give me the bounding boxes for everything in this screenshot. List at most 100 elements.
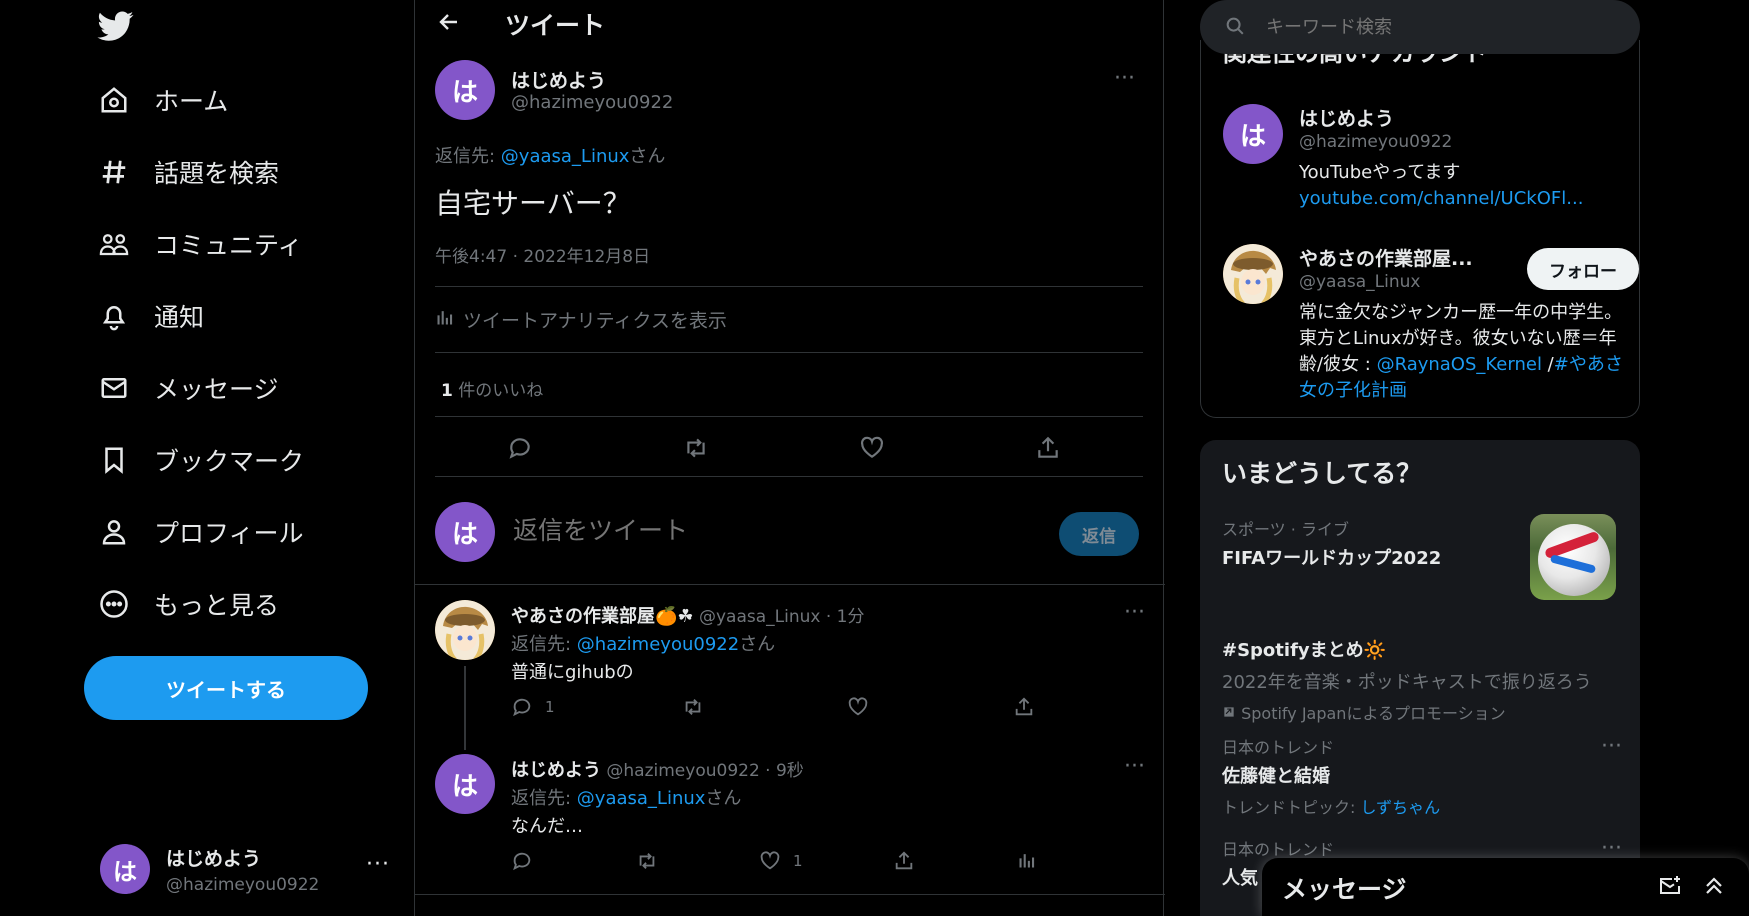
author-name[interactable]: はじめよう xyxy=(511,760,601,781)
reply-meta: @yaasa_Linux · 1分 xyxy=(693,607,865,627)
promo-label: Spotify Japanによるプロモーション xyxy=(1241,704,1506,723)
account-name[interactable]: はじめよう xyxy=(1299,104,1394,131)
like-icon[interactable] xyxy=(847,696,869,718)
nav-item-explore[interactable]: 話題を検索 xyxy=(96,146,279,198)
more-icon[interactable]: ··· xyxy=(1124,600,1145,625)
account-handle: @yaasa_Linux xyxy=(1299,272,1421,292)
nav-label: プロフィール xyxy=(154,519,304,548)
like-icon xyxy=(760,851,780,870)
trend-title: 佐藤健と結婚 xyxy=(1222,766,1330,787)
topic-link[interactable]: しずちゃん xyxy=(1360,798,1440,817)
nav-item-home[interactable]: ホーム xyxy=(96,74,228,126)
nav-label: もっと見る xyxy=(154,591,280,620)
page-header: ツイート xyxy=(415,0,1165,48)
nav-item-more[interactable]: もっと見る xyxy=(96,578,279,630)
avatar: は xyxy=(100,844,150,894)
author-name[interactable]: はじめよう xyxy=(511,66,606,93)
nav-item-communities[interactable]: コミュニティ xyxy=(96,218,303,270)
like-count: 1 xyxy=(793,852,803,870)
retweet-icon[interactable] xyxy=(681,696,705,718)
trend-title: #Spotifyまとめ🔆 xyxy=(1222,640,1387,661)
avatar[interactable]: は xyxy=(435,754,495,814)
reply-actions: 1 xyxy=(511,850,1111,880)
reply-to-suffix: さん xyxy=(629,146,666,167)
new-message-icon[interactable] xyxy=(1658,874,1684,900)
nav-item-profile[interactable]: プロフィール xyxy=(96,506,304,558)
reply-to: 返信先: @yaasa_Linuxさん xyxy=(435,142,665,168)
home-icon xyxy=(96,82,132,118)
share-icon[interactable] xyxy=(893,850,915,872)
bio-text: YouTubeやってます xyxy=(1299,162,1461,183)
reply-action[interactable]: 1 xyxy=(511,696,555,718)
nav-item-bookmarks[interactable]: ブックマーク xyxy=(96,434,304,486)
reply-input[interactable] xyxy=(513,516,1013,545)
reply-button[interactable]: 返信 xyxy=(1059,512,1139,556)
account-name[interactable]: やあさの作業部屋... xyxy=(1299,244,1473,271)
trend-item[interactable]: #Spotifyまとめ🔆 2022年を音楽・ポッドキャストで振り返ろう Spot… xyxy=(1222,632,1622,724)
messages-drawer[interactable]: メッセージ xyxy=(1262,858,1749,916)
reply-to-prefix: 返信先: xyxy=(435,146,501,167)
more-icon[interactable]: ··· xyxy=(1124,754,1145,779)
left-navigation: ホーム 話題を検索 コミュニティ 通知 メッセージ ブックマーク プロフィール … xyxy=(0,0,415,916)
reply-to-handle-link[interactable]: @yaasa_Linux xyxy=(501,146,630,167)
trends-title: いまどうしてる？ xyxy=(1222,459,1422,488)
tweet-timestamp[interactable]: 午後4:47 · 2022年12月8日 xyxy=(435,242,650,267)
search-bar[interactable] xyxy=(1200,0,1640,54)
account-handle: @hazimeyou0922 xyxy=(1299,132,1453,152)
chevron-up-icon[interactable] xyxy=(1702,874,1728,900)
twitter-logo-icon[interactable] xyxy=(96,8,138,50)
retweet-icon[interactable] xyxy=(635,850,659,872)
share-icon[interactable] xyxy=(1033,434,1063,462)
reply-icon[interactable] xyxy=(511,850,533,872)
trend-item[interactable]: 日本のトレンド 佐藤健と結婚 トレンドトピック: しずちゃん ··· xyxy=(1222,734,1622,818)
tweet-button[interactable]: ツイートする xyxy=(84,656,368,720)
avatar[interactable] xyxy=(435,600,495,660)
search-icon xyxy=(1224,15,1248,39)
follow-button[interactable]: フォロー xyxy=(1527,248,1639,290)
bio-mention-link[interactable]: @RaynaOS_Kernel xyxy=(1377,354,1542,375)
avatar: は xyxy=(435,502,495,562)
reply-to-suffix: さん xyxy=(739,634,776,655)
avatar[interactable]: は xyxy=(435,60,495,120)
nav-item-notifications[interactable]: 通知 xyxy=(96,290,204,342)
more-circle-icon xyxy=(96,586,132,622)
nav-item-messages[interactable]: メッセージ xyxy=(96,362,279,414)
nav-label: ブックマーク xyxy=(154,447,305,476)
author-name[interactable]: やあさの作業部屋🍊☘ xyxy=(511,606,694,627)
hash-icon xyxy=(96,154,132,190)
reply-actions: 1 xyxy=(511,696,1111,726)
tweet-actions xyxy=(435,428,1143,468)
reply-to-handle-link[interactable]: @yaasa_Linux xyxy=(577,788,706,809)
search-input[interactable] xyxy=(1266,16,1606,38)
author-handle[interactable]: @hazimeyou0922 xyxy=(511,92,673,113)
like-action[interactable]: 1 xyxy=(759,850,803,872)
account-switcher[interactable]: は はじめよう @hazimeyou0922 ··· xyxy=(100,842,390,896)
likes-label: 件のいいね xyxy=(452,381,544,401)
reply-header: やあさの作業部屋🍊☘ @yaasa_Linux · 1分 xyxy=(511,602,864,628)
trend-category: 日本のトレンド xyxy=(1222,840,1335,859)
reply-icon[interactable] xyxy=(505,434,535,462)
more-icon[interactable]: ··· xyxy=(1114,66,1135,91)
bio-link[interactable]: youtube.com/channel/UCkOFl... xyxy=(1299,186,1619,212)
mail-icon xyxy=(96,370,132,406)
avatar[interactable] xyxy=(1223,244,1283,304)
back-arrow-icon[interactable] xyxy=(437,10,461,41)
likes-count[interactable]: 1 件のいいね xyxy=(441,376,543,401)
analytics-label: ツイートアナリティクスを表示 xyxy=(463,310,727,332)
like-icon[interactable] xyxy=(857,434,887,462)
divider xyxy=(435,476,1143,477)
divider xyxy=(435,416,1143,417)
avatar[interactable]: は xyxy=(1223,104,1283,164)
share-icon[interactable] xyxy=(1013,696,1035,718)
more-icon[interactable]: ··· xyxy=(366,852,390,877)
nav-label: 通知 xyxy=(154,303,205,332)
reply-text: 普通にgihubの xyxy=(511,662,634,683)
analytics-link[interactable]: ツイートアナリティクスを表示 xyxy=(435,306,727,333)
analytics-icon[interactable] xyxy=(1017,850,1037,870)
reply-to-prefix: 返信先: xyxy=(511,634,577,655)
reply-to-handle-link[interactable]: @hazimeyou0922 xyxy=(577,634,739,655)
profile-icon xyxy=(96,514,132,550)
more-icon[interactable]: ··· xyxy=(1601,734,1622,759)
messages-drawer-title: メッセージ xyxy=(1282,875,1407,904)
retweet-icon[interactable] xyxy=(681,434,711,462)
